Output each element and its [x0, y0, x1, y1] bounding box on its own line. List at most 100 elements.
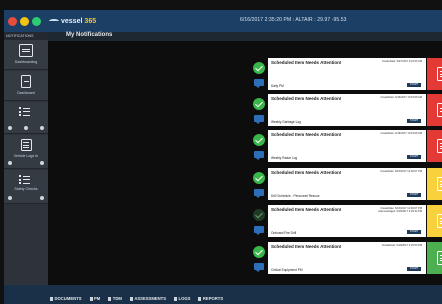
log-icon: [20, 139, 32, 151]
logo-brand: 365: [84, 17, 97, 25]
notification-meta: CreateDate: 6/16/2017 2:29:50 PM: [381, 244, 422, 247]
sidebar-item-checklist[interactable]: [4, 102, 48, 134]
priority-flag[interactable]: [427, 205, 442, 237]
check-icon[interactable]: [253, 62, 265, 74]
checklist-icon: [19, 107, 33, 116]
notification-item: Daily PM: [271, 84, 284, 88]
clipboard-icon: [129, 296, 133, 301]
check-icon[interactable]: [253, 134, 265, 146]
sidebar-sub-controls: [8, 126, 44, 130]
gear-icon[interactable]: [40, 196, 44, 200]
wrench-icon: [89, 296, 93, 301]
gear-icon[interactable]: [8, 126, 12, 130]
notification-item: Drill Schedule - Personnel Rescue: [271, 194, 320, 198]
priority-flag[interactable]: [427, 94, 442, 126]
title-bar: vessel 365 6/16/2017 2:35:20 PM : ALTAIR …: [4, 10, 442, 32]
chat-icon[interactable]: [254, 79, 264, 88]
sidebar-item-label: Dashboard: [17, 91, 35, 95]
gear-icon[interactable]: [40, 161, 44, 165]
start-button[interactable]: START: [407, 193, 421, 197]
notification-card: Scheduled Item Needs Attention! CreateDa…: [251, 205, 442, 239]
notification-body[interactable]: Scheduled Item Needs Attention! CreateDa…: [268, 168, 426, 200]
report-icon: [198, 296, 202, 301]
sidebar-item-safety-checks[interactable]: Safety Checks: [4, 170, 48, 204]
tab-label: PM: [94, 296, 101, 301]
notification-item: Onboard Fire Drill: [271, 231, 297, 235]
document-icon: [437, 139, 442, 153]
start-button[interactable]: START: [407, 155, 421, 159]
tab-documents[interactable]: DOCUMENTS: [50, 296, 82, 301]
notification-item: Critical Equipment PM: [271, 268, 303, 272]
gear-icon[interactable]: [40, 126, 44, 130]
check-icon[interactable]: [253, 98, 265, 110]
sidebar-sub-controls: [8, 196, 44, 200]
sidebar-item-dashboarding[interactable]: Dashboarding: [4, 40, 48, 70]
tab-reports[interactable]: REPORTS: [198, 296, 223, 301]
notification-body[interactable]: Scheduled Item Needs Attention! CreateDa…: [268, 130, 426, 162]
notification-item: Weekly Garbage Log: [271, 120, 301, 124]
checklist-doc-icon: [437, 67, 442, 81]
clock-icon: [108, 296, 112, 301]
check-icon[interactable]: [253, 246, 265, 258]
notification-item: Weekly Radar Log: [271, 156, 298, 160]
start-button[interactable]: START: [407, 119, 421, 123]
calendar-icon: [19, 44, 33, 57]
start-button[interactable]: START: [407, 230, 421, 234]
priority-flag[interactable]: [427, 58, 442, 90]
checklist-doc-icon: [437, 214, 442, 228]
priority-flag[interactable]: [427, 130, 442, 162]
app-window: vessel 365 6/16/2017 2:35:20 PM : ALTAIR …: [0, 0, 442, 304]
check-icon[interactable]: [253, 209, 265, 221]
priority-flag[interactable]: [427, 168, 442, 200]
gear-icon[interactable]: [24, 126, 28, 130]
notification-body[interactable]: Scheduled Item Needs Attention! CreateDa…: [268, 58, 426, 90]
tab-logs[interactable]: LOGS: [174, 296, 190, 301]
tab-label: ASSESSMENTS: [134, 296, 167, 301]
chat-icon[interactable]: [254, 151, 264, 160]
page-title: My Notifications: [66, 32, 113, 38]
notification-title: Scheduled Item Needs Attention!: [271, 244, 342, 249]
logo-prefix: vessel: [61, 17, 83, 25]
chat-icon[interactable]: [254, 115, 264, 124]
bottom-tabs: DOCUMENTS PM TDM ASSESSMENTS LOGS REPORT…: [50, 296, 223, 301]
maximize-window-button[interactable]: [32, 16, 41, 26]
tab-label: TDM: [112, 296, 122, 301]
check-icon[interactable]: [253, 172, 265, 184]
close-window-button[interactable]: [8, 16, 17, 26]
ship-icon: [49, 19, 59, 23]
notification-title: Scheduled Item Needs Attention!: [271, 60, 342, 65]
notification-body[interactable]: Scheduled Item Needs Attention! CreateDa…: [268, 242, 426, 274]
bottom-toolbar: [4, 285, 442, 304]
minimize-window-button[interactable]: [20, 16, 29, 26]
notification-card: Scheduled Item Needs Attention! CreateDa…: [251, 94, 442, 128]
priority-flag[interactable]: [427, 242, 442, 274]
notification-body[interactable]: Scheduled Item Needs Attention! CreateDa…: [268, 94, 426, 126]
tab-tdm[interactable]: TDM: [108, 296, 122, 301]
gear-icon[interactable]: [8, 196, 12, 200]
checklist-doc-icon: [437, 251, 442, 265]
tab-pm[interactable]: PM: [89, 296, 101, 301]
document-icon: [50, 296, 53, 301]
chat-icon[interactable]: [254, 263, 264, 272]
notification-body[interactable]: Scheduled Item Needs Attention! CreateDa…: [268, 205, 426, 237]
notification-card: Scheduled Item Needs Attention! CreateDa…: [251, 168, 442, 202]
sidebar-header: NOTIFICATIONS: [4, 32, 48, 40]
window-controls: [8, 16, 41, 26]
notification-meta: CreateDate: 6/16/2017 10:15:08 AM: [380, 96, 422, 99]
sidebar-item-vehicle-logs[interactable]: Vehicle Logs In: [4, 135, 48, 169]
chat-icon[interactable]: [254, 226, 264, 235]
status-line: 6/16/2017 2:35:20 PM : ALTAIR : 29.97 -9…: [240, 17, 347, 23]
sidebar-sub-controls: [8, 161, 44, 165]
start-button[interactable]: START: [407, 83, 421, 87]
notification-title: Scheduled Item Needs Attention!: [271, 132, 342, 137]
log-icon: [174, 296, 178, 301]
sidebar-item-dashboard[interactable]: Dashboard: [4, 71, 48, 101]
tab-label: LOGS: [178, 296, 191, 301]
start-button[interactable]: START: [407, 267, 421, 271]
chat-icon[interactable]: [254, 189, 264, 198]
document-icon: [437, 103, 442, 117]
tab-assessments[interactable]: ASSESSMENTS: [129, 296, 167, 301]
notification-card: Scheduled Item Needs Attention! CreateDa…: [251, 242, 442, 276]
notification-meta: CreateDate: 6/16/2017 10:15:08 AM: [380, 132, 422, 135]
gear-icon[interactable]: [8, 161, 12, 165]
